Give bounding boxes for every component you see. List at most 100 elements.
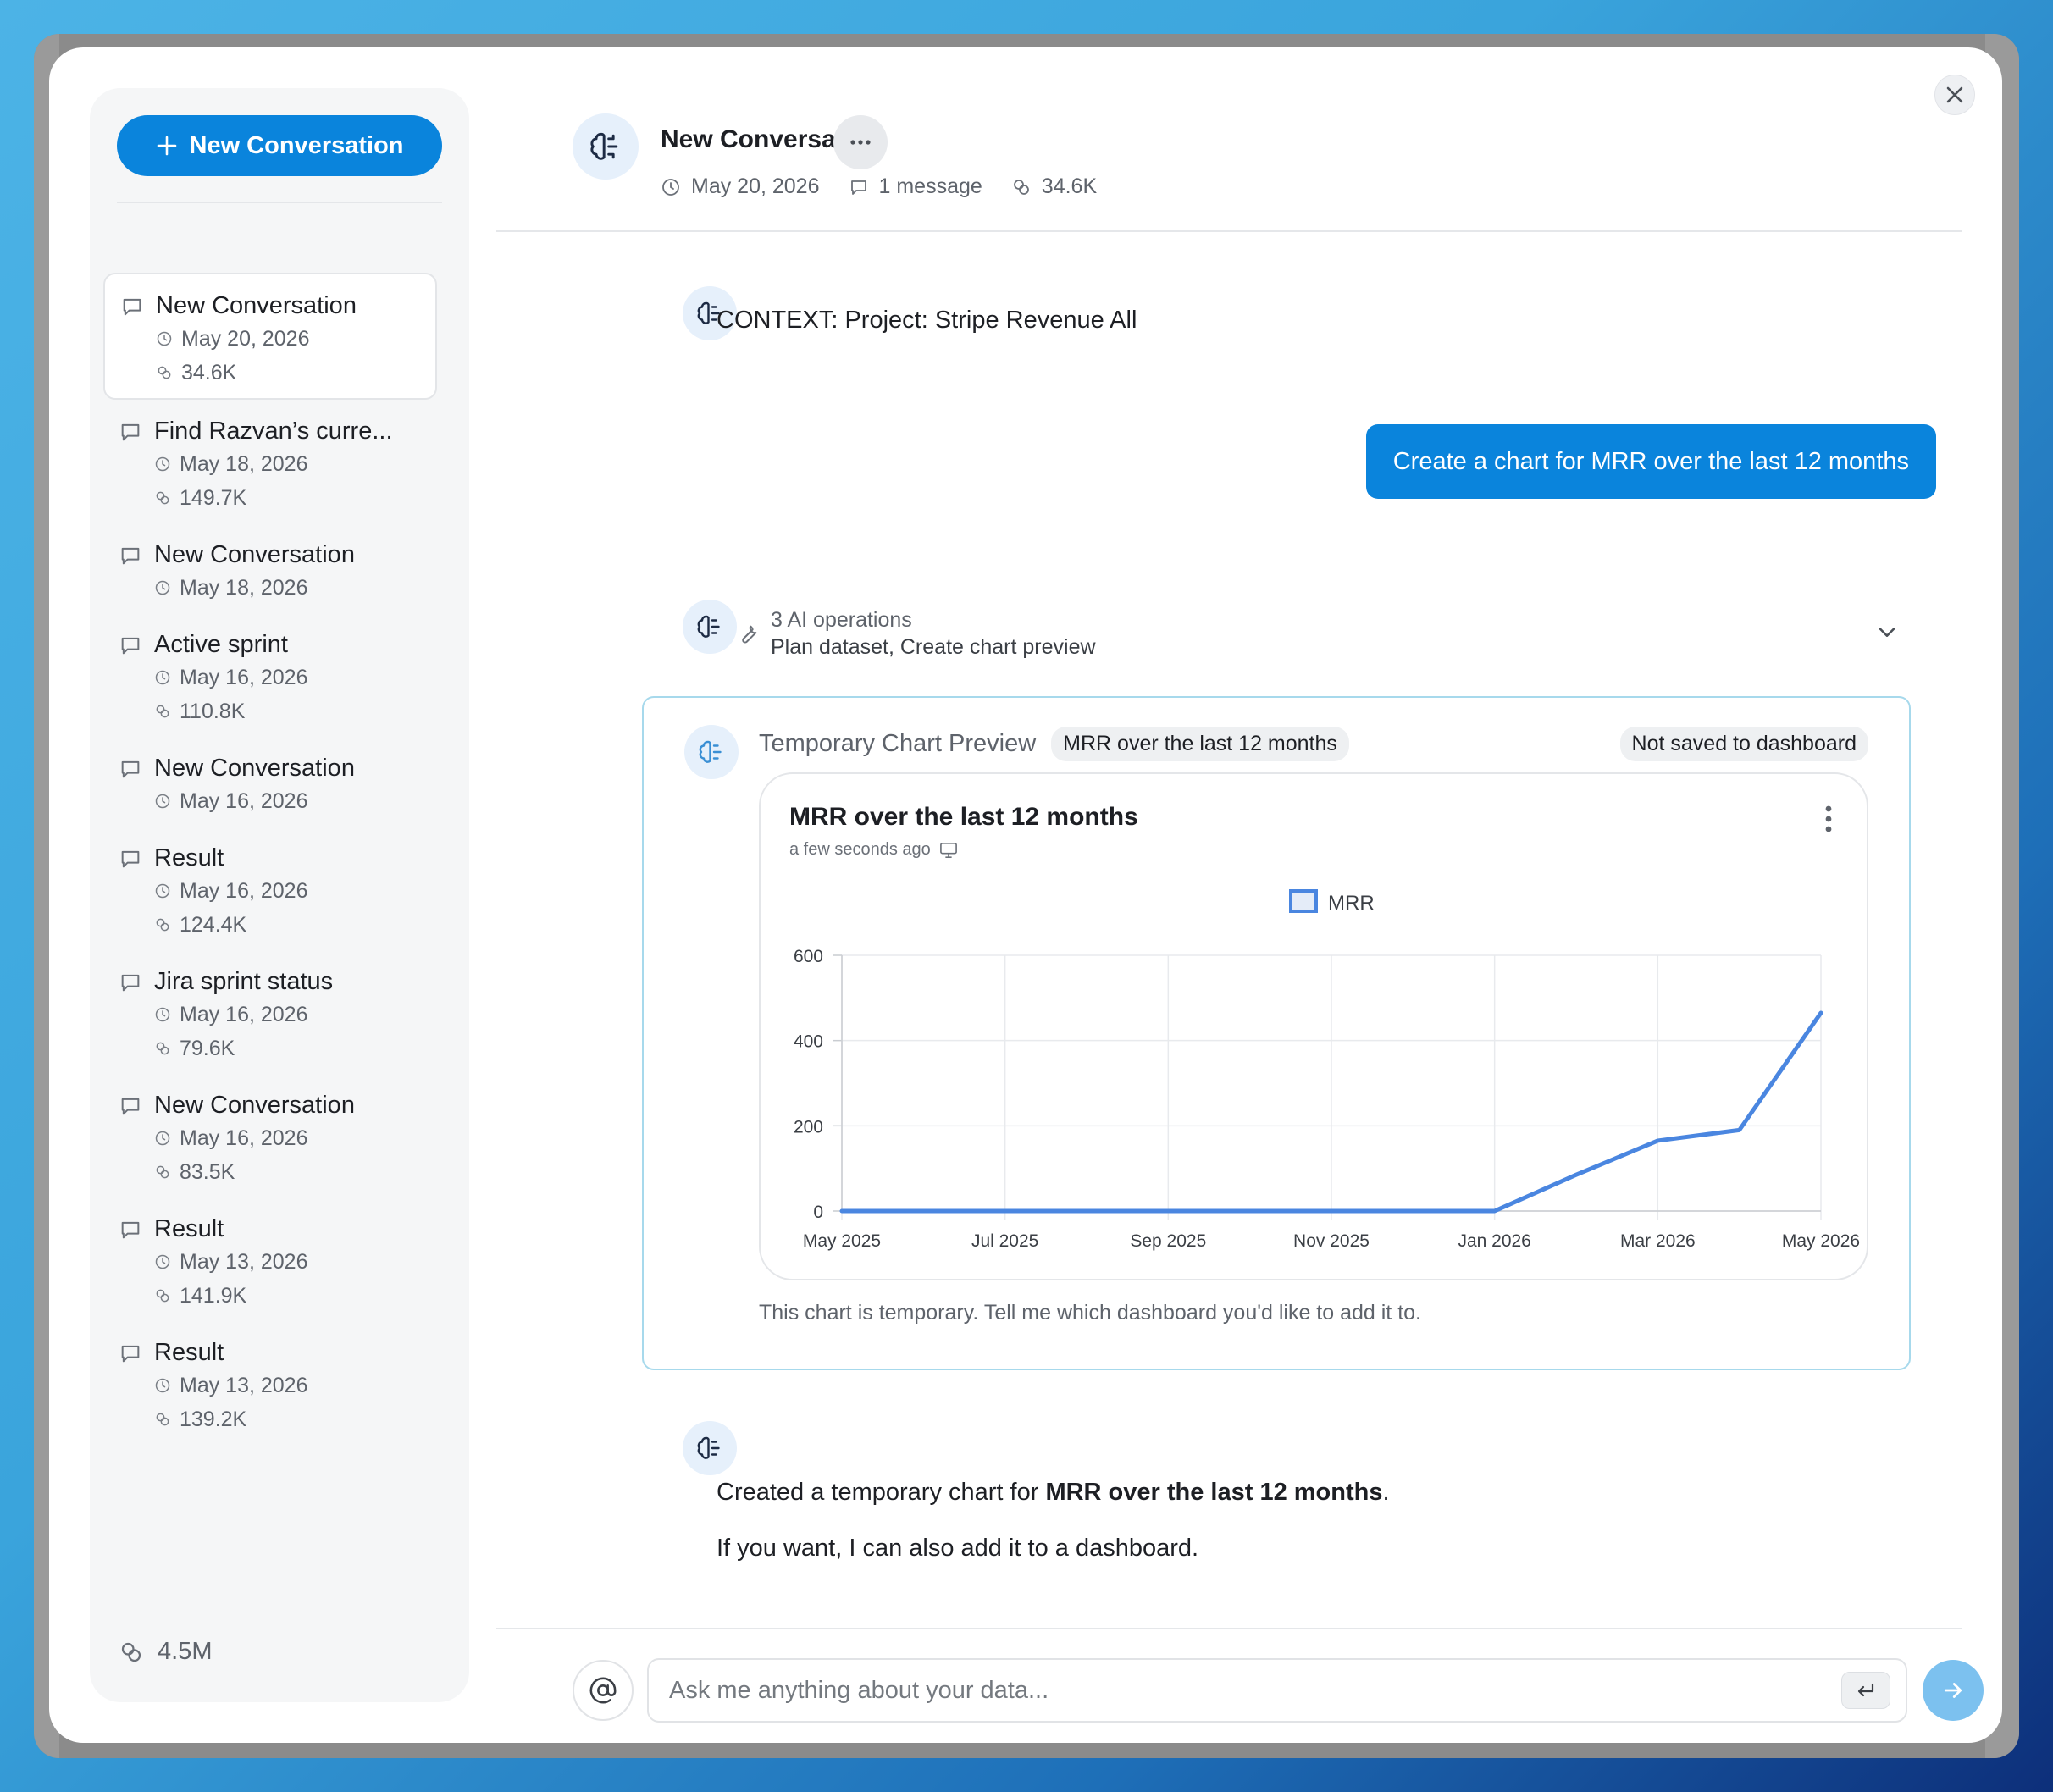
tokens-icon [158,366,171,379]
tokens-icon [156,1289,169,1303]
assistant-avatar [573,113,639,180]
conversation-item-title: Active sprint [154,631,288,658]
conversation-item-date: May 18, 2026 [154,571,437,605]
new-conversation-button[interactable]: New Conversation [117,115,442,176]
conversation-date-value: May 16, 2026 [180,789,308,813]
conversation-main: New Conversation May 20, 2026 1 message … [496,47,2002,1743]
conversation-date-value: May 16, 2026 [180,1003,308,1026]
conversation-item-date: May 18, 2026 [154,447,437,481]
conversation-date-value: May 20, 2026 [181,327,310,351]
legend-label: MRR [1328,892,1375,915]
reply-bold: MRR over the last 12 months [1045,1479,1383,1506]
conversation-tokens-value: 141.9K [180,1284,247,1308]
mention-button[interactable] [573,1660,634,1721]
conversation-tokens-value: 79.6K [180,1037,235,1060]
conversation-item-title: Jira sprint status [154,968,334,995]
chart-subtitle: a few seconds ago [789,840,958,860]
new-conversation-label: New Conversation [189,131,404,159]
conversation-item[interactable]: Find Razvan’s curre... May 18, 2026 149.7K [103,400,437,523]
clock-icon [155,456,170,472]
more-horizontal-icon [850,140,871,145]
total-tokens-value: 4.5M [158,1638,213,1665]
divider [496,230,1962,232]
conversation-item-title: Result [154,844,224,871]
clock-icon [662,178,679,196]
plus-icon [157,136,176,156]
clock-icon [155,1007,170,1022]
conversation-tokens-value: 34.6K [181,361,237,384]
x-tick-label: Nov 2025 [1293,1231,1370,1251]
x-tick-label: May 2025 [803,1231,881,1251]
conversation-item[interactable]: New Conversation May 18, 2026 [103,523,437,613]
conversation-item-tokens: 139.2K [154,1402,437,1436]
conversation-date-value: May 13, 2026 [180,1374,308,1397]
conversation-tokens-value: 83.5K [180,1160,235,1184]
conversation-item-date: May 16, 2026 [154,784,437,818]
conversation-item[interactable]: New Conversation May 16, 2026 83.5K [103,1074,437,1197]
clock-icon [155,883,170,899]
send-button[interactable] [1923,1660,1984,1721]
conversation-item[interactable]: Result May 13, 2026 139.2K [103,1321,437,1445]
meta-date-value: May 20, 2026 [691,174,820,198]
reply-suffix: . [1382,1479,1390,1506]
conversation-date-value: May 16, 2026 [180,666,308,689]
brain-icon [699,740,722,763]
conversation-item-date: May 16, 2026 [154,661,437,694]
conversation-item[interactable]: Jira sprint status May 16, 2026 79.6K [103,950,437,1074]
monitor-icon [939,842,957,858]
chat-input[interactable] [647,1658,1907,1723]
conversation-item-date: May 16, 2026 [154,1121,437,1155]
assistant-modal: New Conversation New Conversation May 20,… [49,47,2002,1743]
conversation-item-title: New Conversation [154,1092,355,1119]
message-icon [123,298,141,316]
conversation-date-value: May 18, 2026 [180,576,308,600]
preview-footer-note: This chart is temporary. Tell me which d… [759,1301,1421,1325]
assistant-reply-line2: If you want, I can also add it to a dash… [717,1535,1199,1562]
message-icon [121,1345,140,1363]
conversation-item-tokens: 141.9K [154,1279,437,1313]
conversation-item[interactable]: Active sprint May 16, 2026 110.8K [103,613,437,737]
meta-messages-value: 1 message [878,174,982,198]
conversation-item[interactable]: New Conversation May 16, 2026 [103,737,437,827]
chart-title: MRR over the last 12 months [789,803,1138,831]
assistant-avatar [683,1421,737,1475]
conversation-date-value: May 18, 2026 [180,452,308,476]
conversation-item-tokens: 149.7K [154,481,437,515]
message-icon [121,974,140,992]
ai-operations-detail: Plan dataset, Create chart preview [771,635,1096,659]
conversation-item-title: New Conversation [156,292,357,319]
conversation-item-date: May 20, 2026 [156,322,435,356]
conversation-item-tokens: 83.5K [154,1155,437,1189]
chevron-down-icon[interactable] [1875,620,1899,644]
context-message: CONTEXT: Project: Stripe Revenue All [717,307,1137,334]
conversation-tokens-value: 139.2K [180,1408,247,1431]
message-icon [850,180,866,195]
clock-icon [155,1378,170,1393]
tokens-icon [156,1165,169,1179]
conversation-date-value: May 16, 2026 [180,1126,308,1150]
more-vertical-icon[interactable] [1824,805,1833,833]
conversation-item[interactable]: New Conversation May 20, 2026 34.6K [103,273,437,400]
conversation-item-date: May 16, 2026 [154,874,437,908]
y-tick-label: 0 [813,1203,823,1222]
chart-updated-time: a few seconds ago [789,840,931,859]
ai-operations-row[interactable]: 3 AI operations Plan dataset, Create cha… [683,603,1899,671]
conversation-tokens-value: 149.7K [180,486,247,510]
tokens-icon [156,1413,169,1426]
conversation-item[interactable]: Result May 13, 2026 141.9K [103,1197,437,1321]
at-sign-icon [589,1677,617,1704]
x-tick-label: Mar 2026 [1620,1231,1696,1251]
brain-icon [697,1436,720,1459]
meta-tokens: 34.6K [1011,174,1097,199]
more-options-button[interactable] [833,115,888,169]
conversation-item-date: May 13, 2026 [154,1245,437,1279]
divider [117,202,442,203]
conversation-item[interactable]: Result May 16, 2026 124.4K [103,827,437,950]
conversation-item-title: Find Razvan’s curre... [154,418,393,445]
conversation-item-date: May 13, 2026 [154,1369,437,1402]
wrench-icon [742,625,757,644]
tokens-icon [156,705,169,718]
message-icon [121,1098,140,1115]
preview-header: Temporary Chart Preview MRR over the las… [759,727,1349,761]
user-message: Create a chart for MRR over the last 12 … [1365,424,1936,499]
